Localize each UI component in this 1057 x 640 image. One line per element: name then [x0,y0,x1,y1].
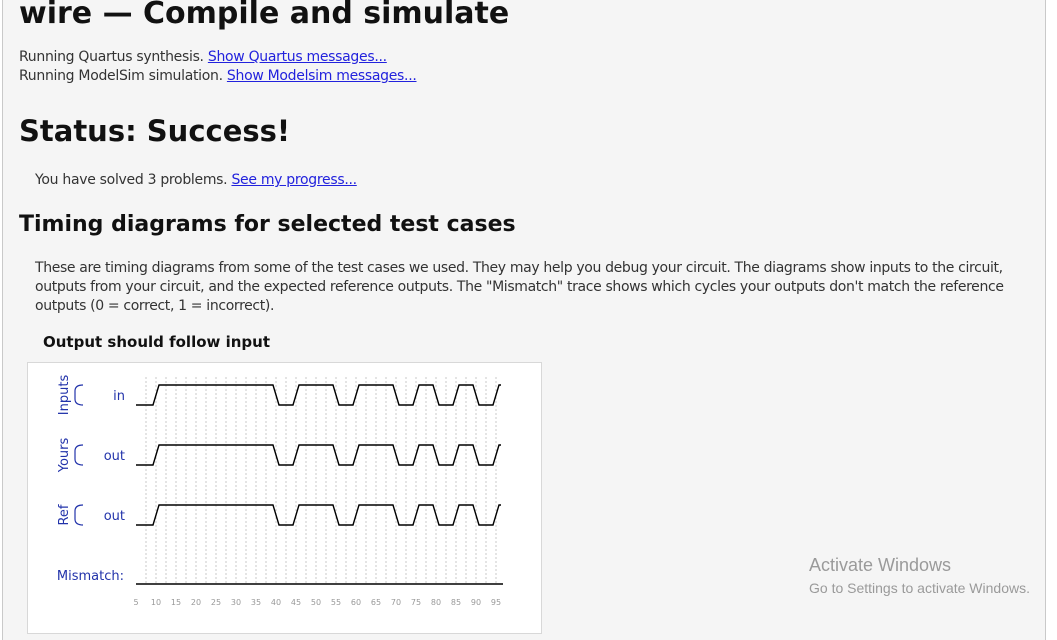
windows-activation-watermark: Activate Windows Go to Settings to activ… [809,555,1030,596]
tick-label: 45 [291,598,301,607]
tick-label: 15 [171,598,181,607]
tick-label: 25 [211,598,221,607]
test-case-title: Output should follow input [43,333,271,351]
label-layer: Inputs in Yours out Ref out Mismatch: [57,375,125,584]
tick-label: 55 [331,598,341,607]
group-bracket [74,504,84,526]
group-label-ref: Ref [57,504,72,525]
group-bracket [74,384,84,406]
tick-label: 10 [151,598,161,607]
group-label-inputs: Inputs [57,375,72,416]
modelsim-status-line: Running ModelSim simulation. Show Models… [19,68,417,84]
tick-label: 20 [191,598,201,607]
tick-label: 95 [491,598,501,607]
timing-diagram-svg: Inputs in Yours out Ref out Mismatch: 5 10 15 20 2… [57,375,503,607]
signal-label-out: out [104,509,125,524]
watermark-title: Activate Windows [809,555,952,575]
tick-label: 40 [271,598,281,607]
see-my-progress-link[interactable]: See my progress... [231,172,357,188]
quartus-status-line: Running Quartus synthesis. Show Quartus … [19,49,387,65]
group-bracket [74,444,84,466]
solved-line: You have solved 3 problems. See my progr… [35,172,357,188]
quartus-status-text: Running Quartus synthesis. [19,49,208,65]
tick-label: 80 [431,598,441,607]
tick-label: 85 [451,598,461,607]
tick-label: 65 [371,598,381,607]
wave-layer [136,384,503,585]
page-title: wire — Compile and simulate [19,0,510,31]
timing-diagrams-heading: Timing diagrams for selected test cases [19,212,516,237]
tick-label: 5 [133,598,138,607]
tick-label: 90 [471,598,481,607]
signal-label-out: out [104,449,125,464]
signal-label-in: in [113,389,125,404]
modelsim-status-text: Running ModelSim simulation. [19,68,227,84]
tick-label: 50 [311,598,321,607]
watermark-subtitle: Go to Settings to activate Windows. [809,580,1030,596]
tick-label: 35 [251,598,261,607]
timing-diagram: Inputs in Yours out Ref out Mismatch: 5 10 15 20 2… [27,362,542,634]
status-heading: Status: Success! [19,114,291,148]
tick-label: 75 [411,598,421,607]
timing-description: These are timing diagrams from some of t… [35,260,1004,314]
tick-label: 60 [351,598,361,607]
tick-label: 30 [231,598,241,607]
group-label-yours: Yours [57,438,72,474]
show-quartus-messages-link[interactable]: Show Quartus messages... [208,49,387,65]
tick-label: 70 [391,598,401,607]
grid-layer [145,377,497,585]
mismatch-label: Mismatch: [57,569,124,584]
show-modelsim-messages-link[interactable]: Show Modelsim messages... [227,68,417,84]
tick-layer: 5 10 15 20 25 30 35 40 45 50 55 60 65 70 75 80 85 90 95 [133,598,501,607]
solved-text: You have solved 3 problems. [35,172,232,188]
